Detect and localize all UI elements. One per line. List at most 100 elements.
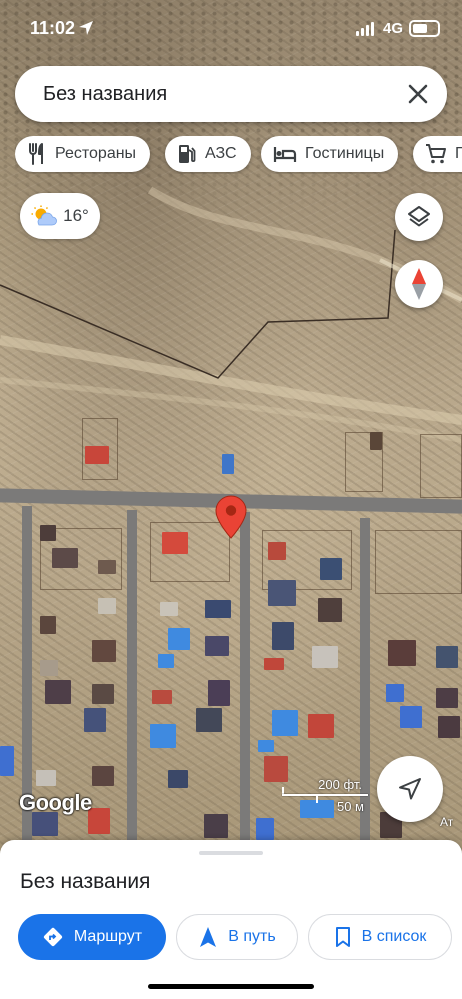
compass-icon (412, 268, 426, 300)
house (438, 716, 460, 738)
house (92, 766, 114, 786)
house (436, 646, 458, 668)
directions-label: Маршрут (73, 928, 143, 945)
house (150, 724, 176, 748)
sheet-drag-handle[interactable] (199, 851, 263, 855)
start-label: В путь (228, 928, 276, 945)
my-location-button[interactable] (377, 756, 443, 822)
house (36, 770, 56, 786)
status-time: 11:02 (30, 18, 76, 38)
restaurant-icon (29, 143, 43, 165)
place-pin-icon[interactable] (215, 495, 247, 539)
house (40, 616, 56, 634)
place-title: Без названия (20, 870, 151, 893)
partly-cloudy-icon (31, 205, 58, 226)
category-chips: Рестораны АЗС Гостиницы П (15, 136, 462, 174)
directions-button[interactable]: Маршрут (18, 914, 166, 960)
house (388, 640, 416, 666)
hotel-icon (273, 147, 297, 162)
house (386, 684, 404, 702)
street (240, 512, 250, 860)
house (98, 560, 116, 574)
house (0, 746, 14, 776)
house (92, 640, 116, 662)
house (162, 532, 188, 554)
yard-fence (375, 530, 462, 594)
scale-imperial: 200 фт. (318, 777, 362, 792)
chip-label: П (455, 145, 462, 162)
house (85, 446, 109, 464)
house (168, 770, 188, 788)
battery-icon (409, 20, 440, 37)
map-tracks (0, 186, 462, 443)
house (158, 654, 174, 668)
house (40, 660, 58, 676)
house (268, 580, 296, 606)
house (196, 708, 222, 732)
bookmark-icon (335, 927, 350, 947)
map-place-label: Ат (440, 815, 454, 829)
home-indicator[interactable] (148, 984, 314, 989)
house (92, 684, 114, 704)
house (256, 818, 274, 840)
navigation-start-icon (200, 927, 217, 947)
house (160, 602, 178, 616)
navigation-arrow-icon (399, 778, 421, 800)
google-logo: Google (19, 790, 92, 815)
house (98, 598, 116, 614)
chip-label: АЗС (205, 145, 237, 162)
house (258, 740, 274, 752)
chip-label: Рестораны (55, 145, 137, 162)
search-bar[interactable]: Без названия (15, 66, 447, 122)
chip-gas-stations[interactable]: АЗС (165, 136, 251, 172)
house (152, 690, 172, 704)
house (84, 708, 106, 732)
house (370, 432, 382, 450)
map-scale: 200 фт. 50 м (282, 777, 368, 817)
satellite-map[interactable] (0, 0, 462, 860)
status-bar: 11:02 4G (0, 0, 462, 58)
save-to-list-button[interactable]: В список (308, 914, 452, 960)
house (272, 710, 298, 736)
house (312, 646, 338, 668)
house (45, 680, 71, 704)
weather-badge[interactable]: 16° (20, 193, 100, 239)
house (320, 558, 342, 580)
house (308, 714, 334, 738)
compass-button[interactable] (395, 260, 443, 308)
house (208, 680, 230, 706)
house (400, 706, 422, 728)
house (205, 636, 229, 656)
yard-fence (420, 434, 462, 498)
cellular-signal-icon (356, 22, 374, 36)
shopping-cart-icon (426, 144, 446, 164)
house (318, 598, 342, 622)
scale-metric: 50 м (336, 799, 364, 814)
search-query[interactable]: Без названия (43, 83, 167, 106)
location-arrow-icon (79, 21, 93, 35)
chip-label: Гостиницы (305, 145, 385, 162)
weather-temperature: 16° (63, 206, 89, 225)
house (205, 600, 231, 618)
gas-station-icon (179, 145, 196, 163)
street (127, 510, 137, 860)
start-button[interactable]: В путь (176, 914, 298, 960)
directions-icon (43, 927, 62, 947)
house (168, 628, 190, 650)
chip-hotels[interactable]: Гостиницы (261, 136, 399, 172)
chip-shopping[interactable]: П (413, 136, 462, 172)
network-type: 4G (383, 20, 404, 37)
chip-restaurants[interactable]: Рестораны (15, 136, 151, 172)
save-label: В список (361, 928, 427, 945)
house (40, 525, 56, 541)
house (268, 542, 286, 560)
close-icon[interactable] (405, 81, 431, 107)
layers-icon (408, 206, 430, 227)
house (222, 454, 234, 474)
house (272, 622, 294, 650)
house (204, 814, 228, 838)
house (264, 658, 284, 670)
house (52, 548, 78, 568)
layers-button[interactable] (395, 193, 443, 241)
place-sheet[interactable]: Без названия Маршрут В путь В список (0, 840, 462, 999)
